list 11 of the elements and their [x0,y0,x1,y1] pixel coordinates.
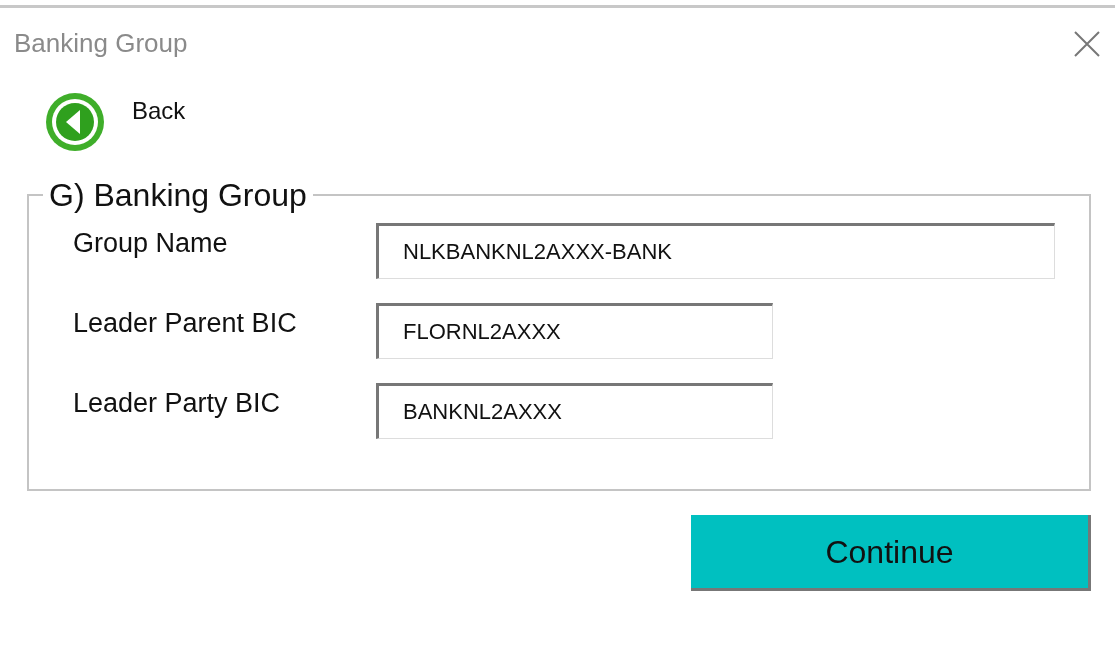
field-label: Leader Party BIC [73,387,282,420]
group-heading: G) Banking Group [48,176,308,215]
close-icon[interactable] [1073,29,1101,58]
window-title: Banking Group [14,27,188,60]
text-field[interactable]: NLKBANKNL2AXXX-BANK [376,223,1055,279]
text-field[interactable]: BANKNL2AXXX [376,383,773,439]
field-label: Group Name [73,227,229,260]
text-field[interactable]: FLORNL2AXXX [376,303,773,359]
field-label: Leader Parent BIC [73,307,298,340]
continue-button[interactable]: Continue [691,515,1091,591]
back-link[interactable]: Back [132,93,186,129]
